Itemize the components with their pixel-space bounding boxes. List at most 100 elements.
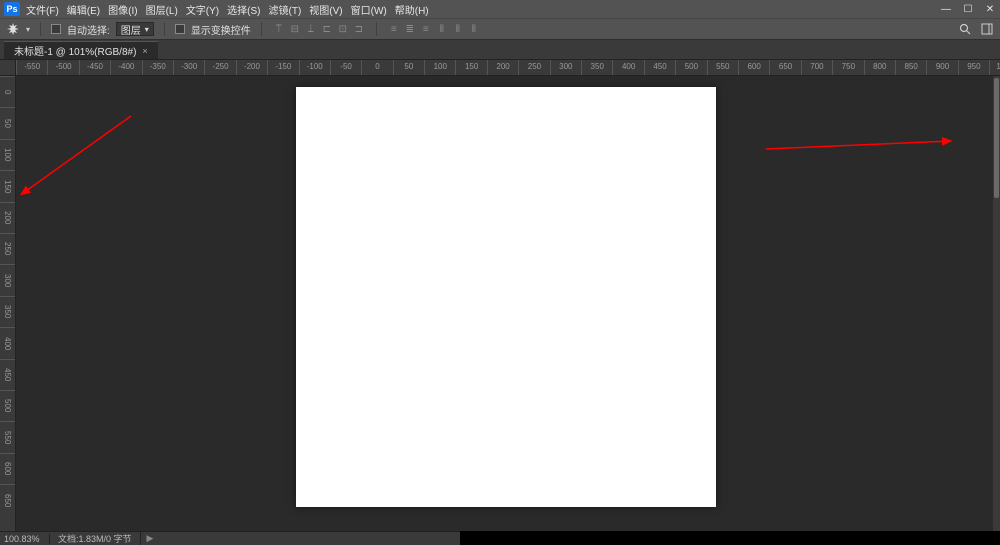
zoom-level[interactable]: 100.83%	[0, 534, 50, 544]
ruler-h-tick: 450	[644, 60, 675, 75]
ruler-v-tick: 50	[0, 107, 15, 138]
divider	[261, 22, 262, 36]
show-transform-label: 显示变换控件	[191, 22, 251, 37]
menu-type[interactable]: 文字(Y)	[186, 2, 219, 17]
ruler-h-tick: -100	[299, 60, 330, 75]
menu-edit[interactable]: 编辑(E)	[67, 2, 100, 17]
ruler-h-tick: 400	[612, 60, 643, 75]
auto-select-dropdown[interactable]: 图层 ▾	[116, 22, 154, 36]
ruler-v-tick: 250	[0, 233, 15, 264]
ruler-h-tick: -350	[142, 60, 173, 75]
align-right-icon[interactable]: ⊐	[352, 22, 366, 36]
document-tab[interactable]: 未标题-1 @ 101%(RGB/8#) ×	[4, 41, 158, 59]
canvas-viewport[interactable]	[16, 76, 1000, 531]
menu-file[interactable]: 文件(F)	[26, 2, 59, 17]
divider	[40, 22, 41, 36]
ruler-v-tick: 450	[0, 359, 15, 390]
document-tab-bar: 未标题-1 @ 101%(RGB/8#) ×	[0, 40, 1000, 60]
ruler-h-tick: -200	[236, 60, 267, 75]
main-area: 050100150200250300350400450500550600650	[0, 76, 1000, 531]
ruler-v-tick: 200	[0, 202, 15, 233]
canvas[interactable]	[296, 87, 716, 507]
distribute-bottom-icon[interactable]: ≡	[419, 22, 433, 36]
menu-help[interactable]: 帮助(H)	[395, 2, 429, 17]
close-button[interactable]: ✕	[984, 4, 996, 15]
menu-select[interactable]: 选择(S)	[227, 2, 260, 17]
menu-layer[interactable]: 图层(L)	[146, 2, 178, 17]
workspace-icon[interactable]	[980, 22, 994, 36]
align-vcenter-icon[interactable]: ⊟	[288, 22, 302, 36]
distribute-top-icon[interactable]: ≡	[387, 22, 401, 36]
annotation-arrow-right	[761, 131, 961, 161]
ruler-v-tick: 0	[0, 76, 15, 107]
dropdown-arrow-icon[interactable]: ▾	[26, 25, 30, 34]
ruler-h-tick: 800	[864, 60, 895, 75]
auto-select-value: 图层	[121, 22, 141, 37]
ruler-h-tick: 50	[393, 60, 424, 75]
file-info[interactable]: 文档:1.83M/0 字节	[50, 532, 141, 545]
ruler-corner	[0, 60, 16, 76]
divider	[164, 22, 165, 36]
ruler-h-tick: 750	[832, 60, 863, 75]
ruler-h-tick: -300	[173, 60, 204, 75]
ruler-v-tick: 650	[0, 484, 15, 515]
document-tab-title: 未标题-1 @ 101%(RGB/8#)	[14, 43, 136, 58]
distribute-icons-group: ≡ ≣ ≡ ⫴ ⫴ ⫴	[387, 22, 481, 36]
minimize-button[interactable]: —	[940, 4, 952, 15]
distribute-right-icon[interactable]: ⫴	[467, 22, 481, 36]
menu-window[interactable]: 窗口(W)	[351, 2, 387, 17]
menu-filter[interactable]: 滤镜(T)	[269, 2, 302, 17]
tab-close-icon[interactable]: ×	[142, 46, 147, 56]
chevron-down-icon: ▾	[145, 25, 149, 34]
ruler-h-tick: -250	[204, 60, 235, 75]
ruler-h-tick: -450	[79, 60, 110, 75]
taskbar-fragment	[460, 531, 1000, 545]
title-bar: Ps 文件(F) 编辑(E) 图像(I) 图层(L) 文字(Y) 选择(S) 滤…	[0, 0, 1000, 18]
move-tool-icon[interactable]	[6, 22, 20, 36]
ruler-h-tick: 600	[738, 60, 769, 75]
ruler-h-tick: -400	[110, 60, 141, 75]
ruler-h-tick: 300	[550, 60, 581, 75]
options-right-group	[958, 22, 994, 36]
ruler-v-tick: 600	[0, 453, 15, 484]
maximize-button[interactable]: ☐	[962, 4, 974, 15]
menu-image[interactable]: 图像(I)	[108, 2, 137, 17]
ruler-h-tick: 100	[424, 60, 455, 75]
vertical-ruler[interactable]: 050100150200250300350400450500550600650	[0, 76, 16, 531]
horizontal-ruler[interactable]: -550-500-450-400-350-300-250-200-150-100…	[16, 60, 1000, 76]
ruler-v-tick: 300	[0, 264, 15, 295]
main-menu: 文件(F) 编辑(E) 图像(I) 图层(L) 文字(Y) 选择(S) 滤镜(T…	[26, 2, 429, 17]
app-logo: Ps	[4, 2, 20, 16]
ruler-h-tick: 650	[769, 60, 800, 75]
ruler-h-tick: 150	[455, 60, 486, 75]
distribute-left-icon[interactable]: ⫴	[435, 22, 449, 36]
ruler-h-tick: 850	[895, 60, 926, 75]
align-left-icon[interactable]: ⊏	[320, 22, 334, 36]
align-bottom-icon[interactable]: ⟘	[304, 22, 318, 36]
ruler-h-tick: 250	[518, 60, 549, 75]
ruler-h-tick: -150	[267, 60, 298, 75]
align-hcenter-icon[interactable]: ⊡	[336, 22, 350, 36]
ruler-h-tick: 550	[707, 60, 738, 75]
menu-view[interactable]: 视图(V)	[309, 2, 342, 17]
scrollbar-thumb[interactable]	[994, 78, 999, 198]
vertical-scrollbar[interactable]	[993, 76, 1000, 531]
ruler-h-tick: 500	[675, 60, 706, 75]
ruler-h-tick: -500	[47, 60, 78, 75]
ruler-h-tick: 350	[581, 60, 612, 75]
ruler-h-tick: 200	[487, 60, 518, 75]
search-icon[interactable]	[958, 22, 972, 36]
status-menu-arrow-icon[interactable]: ▶	[141, 533, 154, 544]
options-bar: ▾ 自动选择: 图层 ▾ 显示变换控件 ⟙ ⊟ ⟘ ⊏ ⊡ ⊐ ≡ ≣ ≡ ⫴ …	[0, 18, 1000, 40]
align-top-icon[interactable]: ⟙	[272, 22, 286, 36]
ruler-h-tick: 0	[361, 60, 392, 75]
auto-select-checkbox[interactable]	[51, 24, 61, 34]
show-transform-checkbox[interactable]	[175, 24, 185, 34]
window-controls: — ☐ ✕	[940, 4, 996, 15]
distribute-vcenter-icon[interactable]: ≣	[403, 22, 417, 36]
ruler-v-tick: 350	[0, 296, 15, 327]
ruler-v-tick: 550	[0, 421, 15, 452]
distribute-hcenter-icon[interactable]: ⫴	[451, 22, 465, 36]
divider	[376, 22, 377, 36]
ruler-v-tick: 500	[0, 390, 15, 421]
